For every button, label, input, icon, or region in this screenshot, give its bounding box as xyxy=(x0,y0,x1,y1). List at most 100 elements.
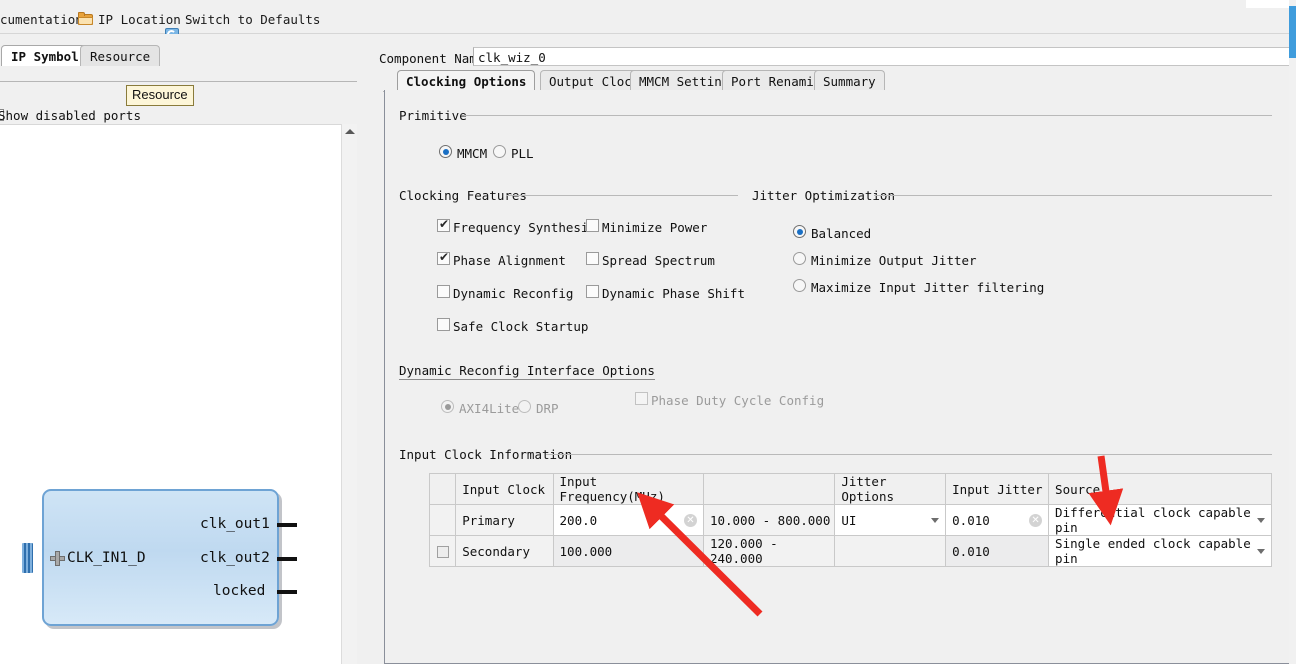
resource-tooltip: Resource xyxy=(126,85,194,106)
row-secondary-jitter-options[interactable] xyxy=(834,535,947,567)
label-pll: PLL xyxy=(511,146,534,161)
label-dynamic-reconfig: Dynamic Reconfig xyxy=(453,286,574,301)
checkbox-dynamic-phase-shift[interactable] xyxy=(586,285,599,298)
chevron-down-icon[interactable] xyxy=(1257,518,1265,523)
row-primary-jitter-options-value: UI xyxy=(841,512,857,528)
scroll-up-arrow-icon[interactable] xyxy=(345,129,355,134)
radio-minimize-output-jitter[interactable] xyxy=(793,252,806,265)
table-row: Secondary 100.000 120.000 - 240.000 0.01… xyxy=(428,535,1272,567)
jitter-optimization-group-rule xyxy=(874,195,1272,196)
checkbox-phase-alignment[interactable] xyxy=(437,250,450,265)
row-primary-source[interactable]: Differential clock capable pin xyxy=(1048,504,1272,536)
chevron-down-icon[interactable] xyxy=(931,518,940,523)
primitive-group-title: Primitive xyxy=(399,108,471,123)
row-secondary-input-jitter[interactable]: 0.010 xyxy=(945,535,1050,567)
label-maximize-input-jitter: Maximize Input Jitter filtering xyxy=(811,280,1045,295)
row-primary-jitter-options[interactable]: UI xyxy=(834,504,947,536)
row-primary-input-jitter[interactable]: 0.010 ✕ xyxy=(945,504,1050,536)
ip-symbol-panel: IP Symbol Resource Show disabled ports C… xyxy=(0,34,360,664)
tab-summary[interactable]: Summary xyxy=(814,70,885,91)
label-axi4lite: AXI4Lite xyxy=(459,401,520,416)
port-stub-clk-out1 xyxy=(277,523,297,527)
clocking-features-group-rule xyxy=(506,195,738,196)
plus-expand-icon[interactable] xyxy=(50,551,65,566)
radio-drp[interactable] xyxy=(518,400,531,413)
input-clock-information-rule xyxy=(546,454,1272,455)
checkbox-safe-clock-startup[interactable] xyxy=(437,318,450,331)
label-minimize-power: Minimize Power xyxy=(602,220,708,235)
row-primary-input-frequency-value: 200.0 xyxy=(559,512,598,528)
label-frequency-synthesis: Frequency Synthesis xyxy=(453,220,596,235)
radio-mmcm[interactable] xyxy=(439,145,452,158)
th-input-jitter: Input Jitter xyxy=(945,473,1050,505)
folder-icon xyxy=(78,12,94,27)
port-label-locked: locked xyxy=(213,583,266,599)
checkbox-frequency-synthesis[interactable] xyxy=(437,217,450,232)
th-input-clock: Input Clock xyxy=(455,473,554,505)
radio-balanced[interactable] xyxy=(793,225,806,238)
left-panel-scrollbar[interactable] xyxy=(341,124,358,664)
radio-pll[interactable] xyxy=(493,145,506,158)
top-toolbar: cumentation IP Location Switch to Defaul… xyxy=(0,0,1296,41)
port-stub-locked xyxy=(277,590,297,594)
checkbox-dynamic-reconfig[interactable] xyxy=(437,285,450,298)
label-safe-clock-startup: Safe Clock Startup xyxy=(453,319,589,334)
th-range xyxy=(702,473,836,505)
clear-input-frequency-icon[interactable]: ✕ xyxy=(683,514,697,527)
row-primary-input-clock: Primary xyxy=(455,504,554,536)
row-secondary-input-frequency[interactable]: 100.000 xyxy=(552,535,704,567)
tab-ip-symbol[interactable]: IP Symbol xyxy=(1,45,89,66)
table-header-row: Input Clock Input Frequency(MHz) Jitter … xyxy=(428,473,1272,505)
label-phase-alignment: Phase Alignment xyxy=(453,253,566,268)
component-name-input[interactable]: clk_wiz_0 xyxy=(473,47,1291,66)
row-primary-range: 10.000 - 800.000 xyxy=(702,504,836,536)
clear-input-jitter-icon[interactable]: ✕ xyxy=(1029,514,1043,527)
left-tab-separator xyxy=(0,81,360,82)
tab-resource[interactable]: Resource xyxy=(80,45,161,66)
primitive-group-rule xyxy=(464,115,1272,116)
documentation-button[interactable]: cumentation xyxy=(0,13,83,27)
checkbox-minimize-power[interactable] xyxy=(586,219,599,232)
switch-to-defaults-button[interactable]: Switch to Defaults xyxy=(185,13,320,27)
chevron-down-icon[interactable] xyxy=(1257,549,1265,554)
row-primary-input-frequency[interactable]: 200.0 ✕ xyxy=(552,504,704,536)
row-secondary-checkbox-cell[interactable] xyxy=(428,535,457,567)
dynamic-reconfig-interface-title: Dynamic Reconfig Interface Options xyxy=(399,363,655,380)
table-row: Primary 200.0 ✕ 10.000 - 800.000 UI 0.01… xyxy=(428,504,1272,536)
show-disabled-ports-label: Show disabled ports xyxy=(0,108,141,123)
right-tabstrip: Clocking Options Output Clocks MMCM Sett… xyxy=(360,70,1296,91)
ip-location-button[interactable]: IP Location xyxy=(98,13,181,27)
symbol-canvas: CLK_IN1_D clk_out1 clk_out2 locked xyxy=(0,124,341,664)
row-secondary-range: 120.000 - 240.000 xyxy=(702,535,836,567)
label-mmcm: MMCM xyxy=(457,146,488,161)
scrollbar-thumb[interactable] xyxy=(1289,6,1296,58)
port-label-clk-in1-d: CLK_IN1_D xyxy=(67,550,146,566)
radio-axi4lite[interactable] xyxy=(441,400,454,413)
checkbox-phase-duty-cycle-config[interactable] xyxy=(635,392,648,405)
top-right-blank xyxy=(1246,0,1289,8)
row-secondary-source[interactable]: Single ended clock capable pin xyxy=(1048,535,1272,567)
window-scrollbar[interactable] xyxy=(1289,0,1296,664)
clk-in1-d-bus-stub xyxy=(22,543,33,573)
configuration-panel: Component Name clk_wiz_0 Clocking Option… xyxy=(360,34,1296,664)
tab-clocking-options[interactable]: Clocking Options xyxy=(397,70,536,91)
port-label-clk-out2: clk_out2 xyxy=(200,550,270,566)
component-name-label: Component Name xyxy=(379,51,485,66)
th-source: Source xyxy=(1048,473,1272,505)
row-secondary-source-value: Single ended clock capable pin xyxy=(1055,536,1251,566)
label-spread-spectrum: Spread Spectrum xyxy=(602,253,715,268)
label-minimize-output-jitter: Minimize Output Jitter xyxy=(811,253,977,268)
radio-maximize-input-jitter[interactable] xyxy=(793,279,806,292)
th-jitter-options: Jitter Options xyxy=(834,473,947,505)
checkbox-secondary-clock[interactable] xyxy=(437,546,449,558)
row-primary-input-jitter-value: 0.010 xyxy=(952,512,990,528)
input-clock-information-table: Input Clock Input Frequency(MHz) Jitter … xyxy=(428,473,1272,567)
port-label-clk-out1: clk_out1 xyxy=(200,516,270,532)
label-phase-duty-cycle-config: Phase Duty Cycle Config xyxy=(651,393,825,408)
label-drp: DRP xyxy=(536,401,559,416)
row-primary-source-value: Differential clock capable pin xyxy=(1055,505,1251,535)
label-dynamic-phase-shift: Dynamic Phase Shift xyxy=(602,286,745,301)
th-input-frequency: Input Frequency(MHz) xyxy=(552,473,704,505)
checkbox-spread-spectrum[interactable] xyxy=(586,252,599,265)
left-tabstrip: IP Symbol Resource xyxy=(0,45,360,66)
